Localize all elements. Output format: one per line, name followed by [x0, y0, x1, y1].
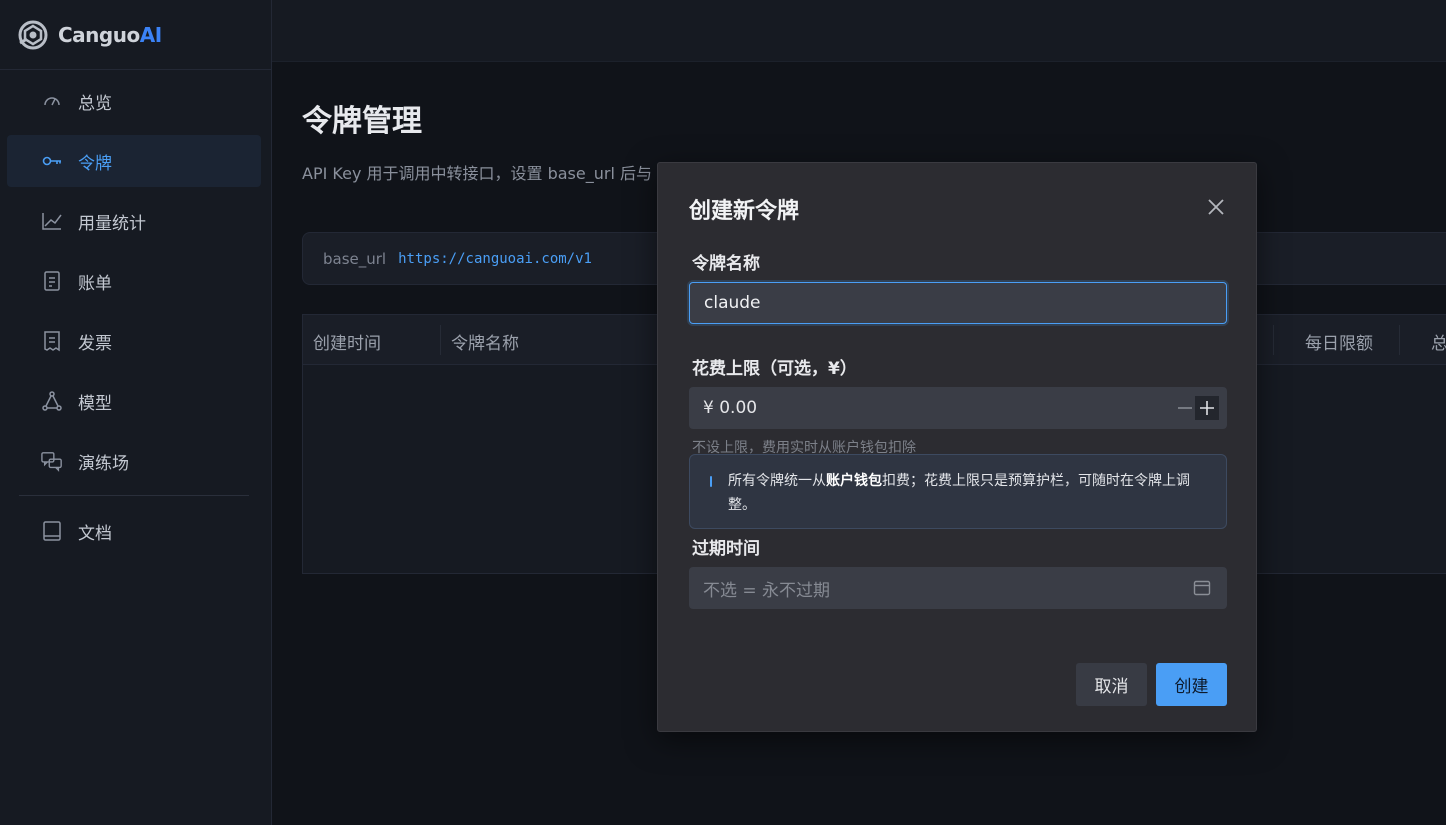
minus-icon — [1178, 407, 1192, 409]
notice-text-start: 所有令牌统一从 — [728, 473, 826, 489]
spend-limit-value: ¥ 0.00 — [703, 398, 758, 418]
increment-button[interactable] — [1195, 396, 1219, 420]
expire-time-label: 过期时间 — [692, 539, 760, 559]
decrement-button[interactable] — [1173, 396, 1197, 420]
create-token-modal: 创建新令牌 令牌名称 花费上限（可选，¥） ¥ 0.00 不设上限，费用实时从账… — [657, 162, 1257, 732]
wallet-notice: 所有令牌统一从账户钱包扣费；花费上限只是预算护栏，可随时在令牌上调整。 — [689, 454, 1227, 529]
notice-text-bold: 账户钱包 — [826, 473, 882, 489]
plus-icon — [1200, 401, 1214, 415]
spend-limit-input[interactable]: ¥ 0.00 — [689, 387, 1227, 429]
token-name-label: 令牌名称 — [692, 254, 760, 274]
modal-title: 创建新令牌 — [689, 199, 800, 224]
expire-date-picker[interactable]: 不选 = 永不过期 — [689, 567, 1227, 609]
expire-placeholder: 不选 = 永不过期 — [703, 580, 831, 601]
info-marker-icon — [710, 476, 712, 487]
spend-limit-label: 花费上限（可选，¥） — [692, 359, 857, 379]
calendar-icon — [1193, 580, 1211, 596]
close-icon[interactable] — [1204, 195, 1228, 219]
cancel-button[interactable]: 取消 — [1076, 663, 1147, 706]
create-button[interactable]: 创建 — [1156, 663, 1227, 706]
token-name-input[interactable] — [689, 282, 1227, 324]
